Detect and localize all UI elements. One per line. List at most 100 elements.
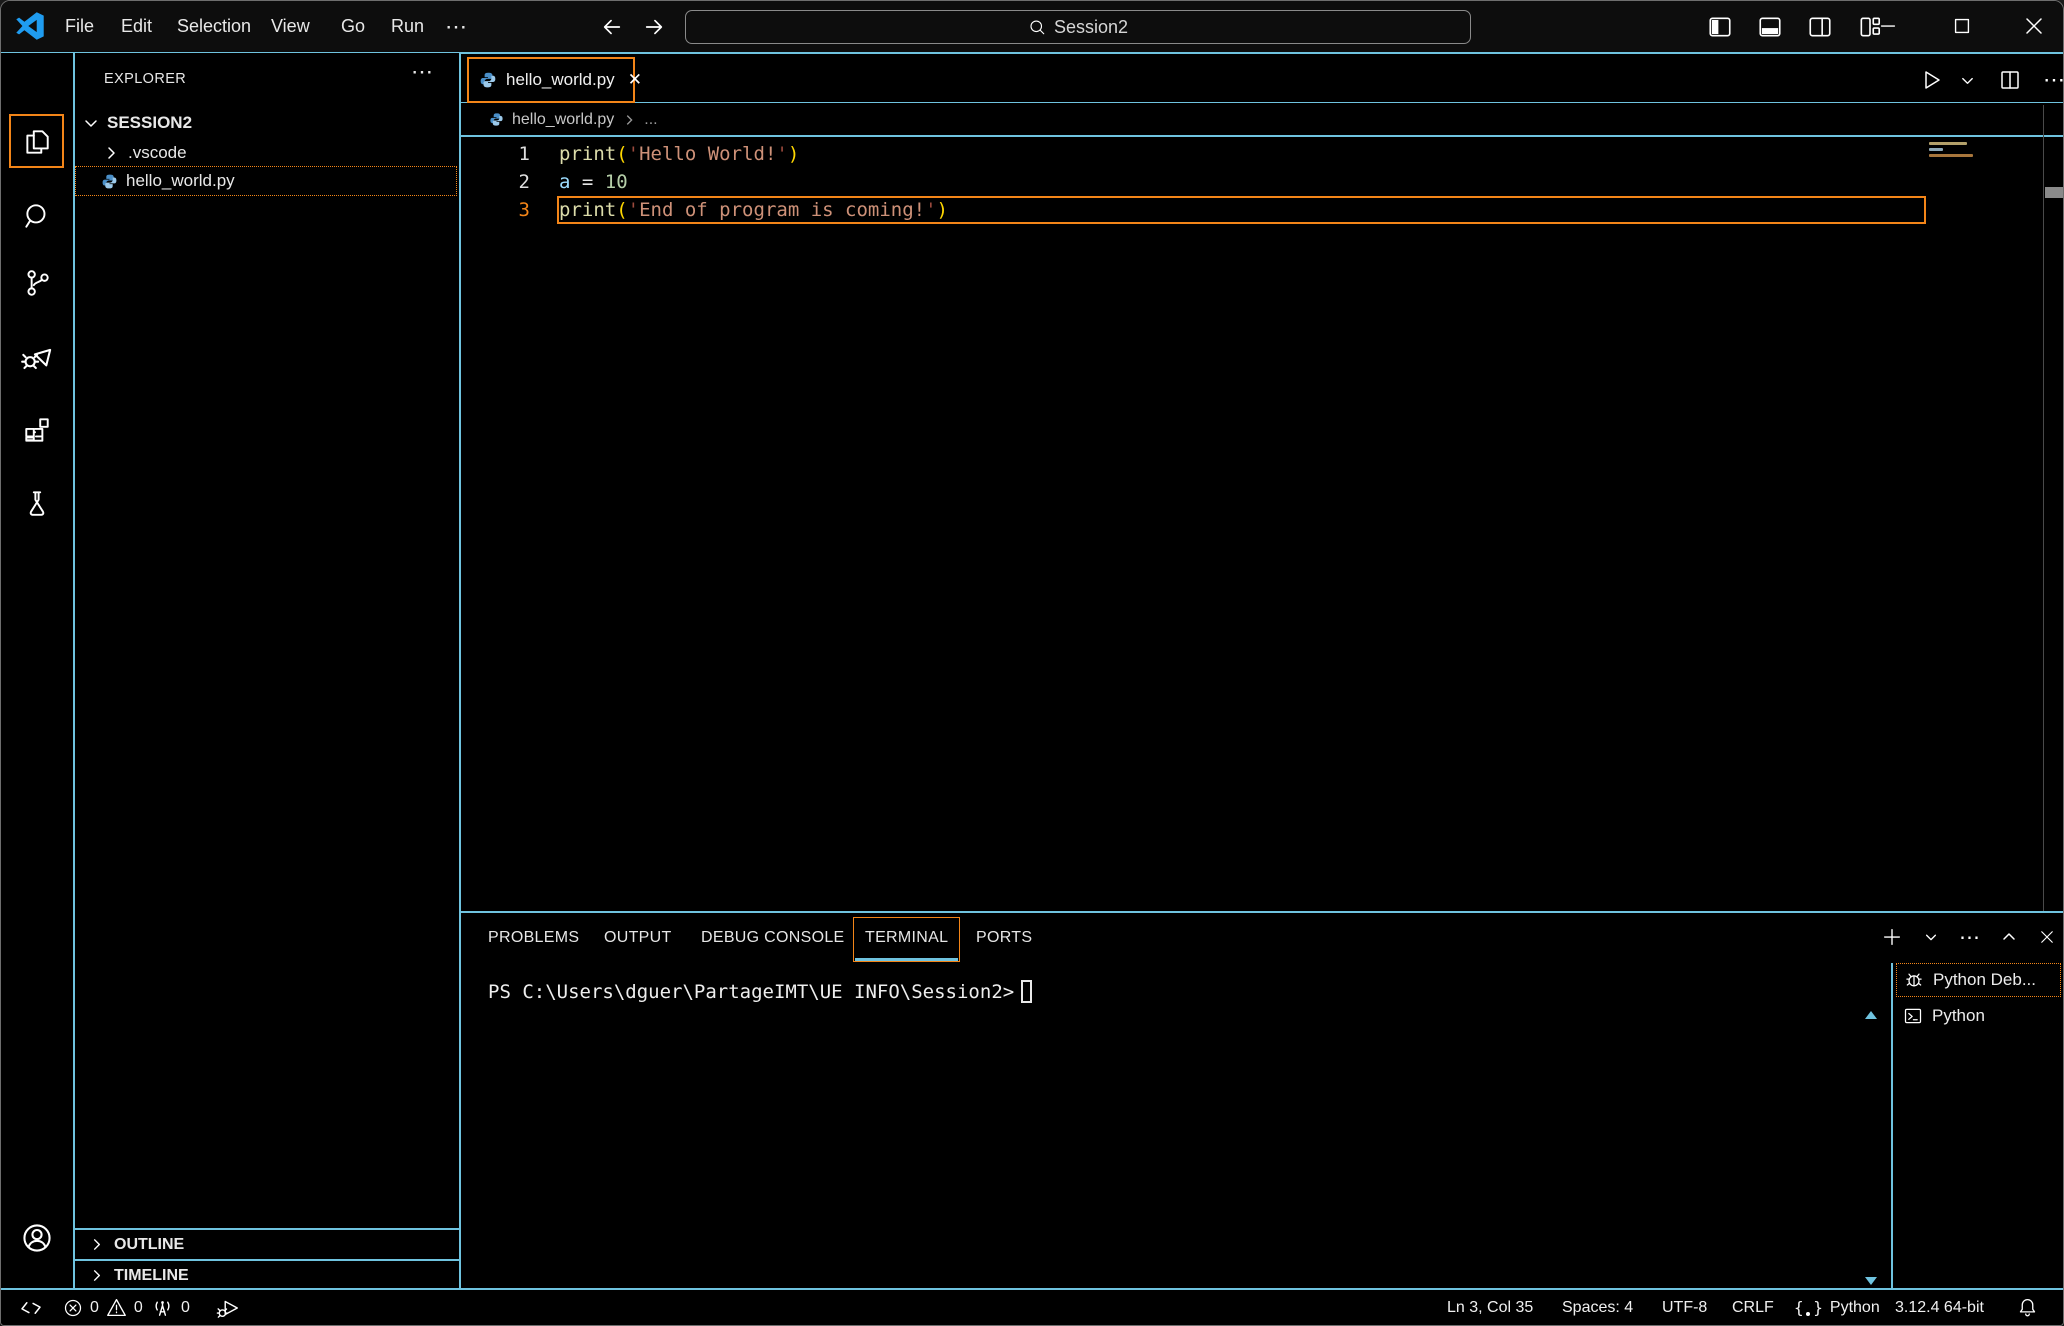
extensions-icon[interactable] [1,402,73,458]
close-panel-icon[interactable] [2038,928,2056,946]
editor-tab-hello-world[interactable]: hello_world.py ✕ [467,57,635,103]
breadcrumb: hello_world.py ... [489,104,658,135]
toggle-panel-icon[interactable] [1757,14,1783,40]
terminal-profile-chevron-icon[interactable] [1924,930,1938,944]
chevron-down-icon [83,115,99,131]
terminal-content[interactable]: PS C:\Users\dguer\PartageIMT\UE INFO\Ses… [488,980,1032,1003]
toggle-primary-sidebar-icon[interactable] [1707,14,1733,40]
warning-count: 0 [134,1299,143,1317]
terminal-list-divider [1891,963,1893,1289]
title-bar: File Edit Selection View Go Run ⋯ Sessio… [1,1,2063,52]
menu-view[interactable]: View [267,1,314,52]
accounts-icon[interactable] [1,1210,73,1266]
encoding[interactable]: UTF-8 [1662,1290,1707,1325]
cursor-position[interactable]: Ln 3, Col 35 [1447,1290,1533,1325]
panel-tab-ports[interactable]: PORTS [976,913,1032,963]
source-control-icon[interactable] [1,255,73,311]
breadcrumb-more[interactable]: ... [644,111,657,129]
ports-count: 0 [181,1299,190,1317]
editor-scrollbar-thumb[interactable] [2045,187,2064,198]
minimize-button[interactable] [1865,1,1911,51]
tree-item-vscode[interactable]: .vscode [75,138,457,168]
scroll-down-icon[interactable] [1865,1277,1877,1285]
forward-arrow-icon[interactable] [639,12,669,42]
panel-tab-debug-console[interactable]: DEBUG CONSOLE [701,913,845,963]
command-center-search[interactable]: Session2 [685,10,1471,44]
editor-actions: ⋯ [1919,57,2064,103]
chevron-right-icon [103,145,119,161]
tree-item-hello-world[interactable]: hello_world.py [75,166,457,196]
explorer-header: EXPLORER [104,71,186,87]
back-arrow-icon[interactable] [597,12,627,42]
error-count: 0 [90,1299,99,1317]
run-dropdown-chevron-icon[interactable] [1960,73,1975,88]
panel-tab-terminal-underline [855,958,958,961]
errors-warnings[interactable]: 0 0 [63,1290,143,1325]
python-interpreter[interactable]: 3.12.4 64-bit [1895,1290,1984,1325]
menu-edit[interactable]: Edit [117,1,156,52]
terminal-icon [1903,1006,1923,1026]
breadcrumb-file[interactable]: hello_world.py [512,111,614,129]
outline-section[interactable]: OUTLINE [75,1230,457,1259]
menu-run[interactable]: Run [387,1,428,52]
terminal-cursor [1021,980,1032,1003]
remote-indicator[interactable] [19,1290,43,1325]
menu-more[interactable]: ⋯ [441,1,471,52]
maximize-panel-icon[interactable] [2001,929,2017,945]
editor-more-actions-icon[interactable]: ⋯ [2043,67,2064,93]
menu-file[interactable]: File [61,1,98,52]
vscode-window: File Edit Selection View Go Run ⋯ Sessio… [0,0,2064,1326]
close-tab-icon[interactable]: ✕ [628,70,642,90]
python-file-icon [101,173,118,190]
menu-go[interactable]: Go [337,1,369,52]
tabstrip-divider [460,102,2064,103]
testing-icon[interactable] [1,475,73,531]
tree-root-session2[interactable]: SESSION2 [75,108,457,138]
sidebar-resize-sash[interactable] [459,53,461,1290]
panel-actions: ⋯ [1881,913,2056,961]
line-number-active[interactable]: 3 [460,196,530,224]
panel-tab-problems[interactable]: PROBLEMS [488,913,579,963]
new-terminal-icon[interactable] [1881,926,1903,948]
notifications-bell-icon[interactable] [2017,1290,2038,1325]
chevron-right-icon [89,1268,104,1283]
forwarded-ports[interactable]: 0 [151,1290,190,1325]
warning-icon [106,1297,127,1318]
toggle-secondary-sidebar-icon[interactable] [1807,14,1833,40]
python-file-icon [489,112,504,127]
maximize-button[interactable] [1939,1,1985,51]
chevron-right-icon [622,113,636,127]
panel-tab-terminal[interactable]: TERMINAL [865,913,948,963]
terminal-list-item-python[interactable]: Python [1896,999,2061,1033]
scroll-up-icon[interactable] [1865,1011,1877,1019]
timeline-section[interactable]: TIMELINE [75,1261,457,1290]
debug-launch[interactable] [215,1290,241,1325]
explorer-more-actions[interactable]: ⋯ [411,59,433,85]
split-editor-icon[interactable] [1998,68,2022,92]
close-window-button[interactable] [2011,1,2057,51]
python-file-icon [479,71,497,89]
debug-bug-icon [1904,970,1924,990]
run-and-debug-icon[interactable] [1,328,73,384]
status-bar: 0 0 0 Ln 3, Col 35 Spaces: 4 UTF-8 CRLF … [1,1288,2063,1325]
editor-scrollbar[interactable] [2043,105,2044,912]
language-mode[interactable]: { } Python [1794,1290,1880,1325]
end-of-line[interactable]: CRLF [1732,1290,1774,1325]
menu-selection[interactable]: Selection [173,1,255,52]
line-number[interactable]: 1 [460,140,530,168]
run-python-file-icon[interactable] [1919,68,1943,92]
panel-tab-output[interactable]: OUTPUT [604,913,672,963]
terminal-list-item-python-debug[interactable]: Python Deb... [1896,963,2061,997]
debug-play-bug-icon [215,1295,241,1321]
layout-controls [1707,1,1883,52]
explorer-sidebar: EXPLORER ⋯ SESSION2 .vscode hello_world.… [75,53,459,1288]
indentation[interactable]: Spaces: 4 [1562,1290,1633,1325]
search-icon [1028,18,1046,36]
line-number[interactable]: 2 [460,168,530,196]
activity-bar: ⚙ [1,53,73,1288]
search-view-icon[interactable] [1,188,73,244]
broadcast-tower-icon [151,1296,174,1319]
explorer-icon[interactable] [1,114,73,170]
panel-more-actions-icon[interactable]: ⋯ [1959,925,1980,950]
vscode-logo-icon [16,12,44,40]
